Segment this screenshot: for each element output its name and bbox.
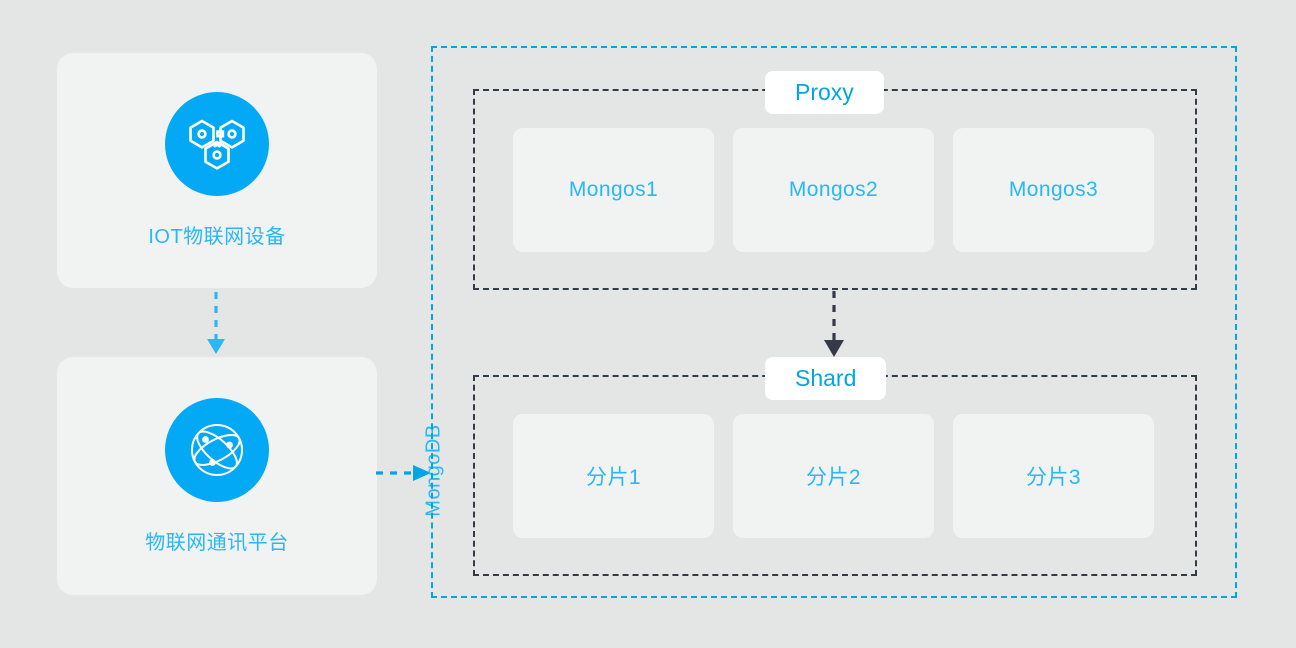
globe-network-icon	[165, 397, 269, 502]
source-card-label: IOT物联网设备	[148, 226, 286, 248]
hexagon-cluster-icon	[165, 92, 269, 196]
node-box-shard1[interactable]: 分片1	[513, 414, 714, 538]
source-card-iot-device[interactable]: IOT物联网设备	[57, 53, 377, 288]
node-box-shard3[interactable]: 分片3	[953, 414, 1154, 538]
shard-group-title: Shard	[765, 357, 887, 401]
source-card-label: 物联网通讯平台	[145, 531, 289, 554]
diagram-canvas: IOT物联网设备 物联网通讯平台 MongoDB Proxy Mongos1 M…	[0, 0, 1296, 648]
proxy-group-title: Proxy	[765, 71, 884, 115]
source-card-iot-platform[interactable]: 物联网通讯平台	[57, 357, 377, 595]
node-box-mongos1[interactable]: Mongos1	[513, 128, 714, 252]
dashed-arrow-down-icon	[196, 292, 236, 356]
node-box-shard2[interactable]: 分片2	[733, 414, 934, 538]
node-box-mongos3[interactable]: Mongos3	[953, 128, 1154, 252]
node-box-mongos2[interactable]: Mongos2	[733, 128, 934, 252]
